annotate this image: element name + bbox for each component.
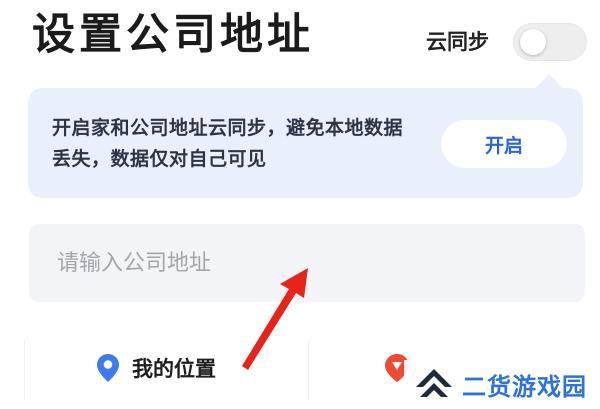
my-location-button[interactable]: 我的位置	[96, 348, 216, 388]
page-title: 设置公司地址	[32, 10, 314, 60]
enable-sync-button[interactable]: 开启	[441, 120, 567, 168]
toggle-knob	[520, 29, 546, 55]
watermark-text: 二货游戏园	[462, 373, 587, 401]
annotation-arrow	[242, 268, 308, 370]
banner-pointer	[535, 74, 563, 89]
cloud-sync-label: 云同步	[426, 30, 489, 54]
sync-banner-text: 开启家和公司地址云同步，避免本地数据丢失，数据仅对自己可见	[52, 117, 404, 170]
divider	[308, 340, 309, 400]
divider	[24, 340, 25, 400]
my-location-label: 我的位置	[132, 357, 216, 381]
watermark: 二货游戏园	[404, 360, 600, 409]
cloud-sync-toggle[interactable]	[513, 23, 587, 61]
watermark-logo-icon	[416, 368, 452, 397]
location-pin-icon	[97, 354, 119, 382]
